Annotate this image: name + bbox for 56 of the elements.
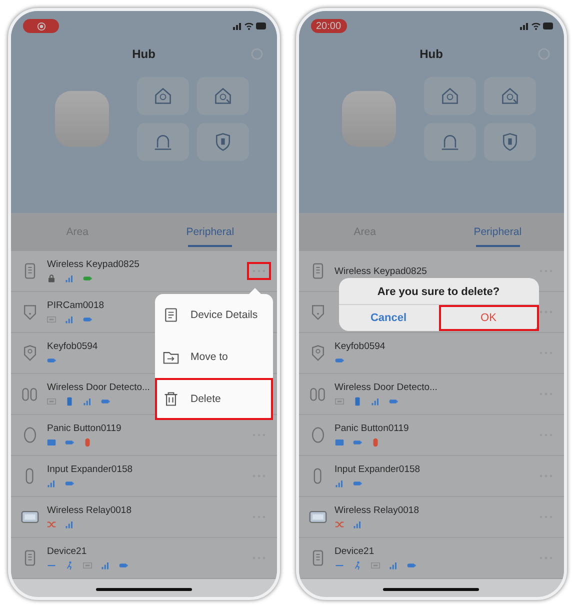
document-icon [162, 307, 178, 323]
trash-icon [162, 391, 178, 407]
device-name: Device21 [334, 546, 376, 557]
device-name: Keyfob0594 [47, 341, 99, 352]
time-badge: 20:00 [310, 19, 346, 33]
device-name: Panic Button0119 [47, 423, 122, 434]
mode-tile[interactable] [424, 123, 476, 161]
device-name: Wireless Relay0018 [334, 505, 420, 516]
record-icon [36, 22, 46, 30]
device-name: Device21 [47, 546, 88, 557]
device-name: Keyfob0594 [334, 341, 386, 352]
device-name: Input Expander0158 [334, 464, 422, 475]
tab[interactable]: Peripheral [431, 213, 564, 251]
menu-item[interactable]: Delete [154, 378, 272, 420]
mode-tile[interactable] [196, 77, 249, 115]
mode-tile[interactable] [484, 77, 536, 115]
mode-tile[interactable] [136, 77, 189, 115]
bell-icon [152, 132, 173, 152]
two-pill-icon [308, 385, 326, 403]
hub-device-drawing [342, 91, 396, 147]
mode-tile[interactable] [196, 123, 249, 161]
hub-device-drawing [54, 91, 109, 147]
more-button[interactable] [248, 264, 268, 278]
house-icon [212, 86, 233, 106]
device-name: Wireless Keypad0825 [334, 266, 428, 276]
house-icon [152, 86, 173, 106]
ok-button[interactable]: OK [438, 305, 538, 331]
dialog-title: Are you sure to delete? [338, 278, 538, 305]
bell-icon [440, 132, 460, 152]
device-name: Wireless Relay0018 [47, 505, 132, 516]
relay-icon [21, 508, 39, 526]
oval-icon [21, 426, 39, 444]
mode-tile[interactable] [484, 123, 536, 161]
device-name: Wireless Keypad0825 [47, 259, 140, 270]
status-icons [232, 21, 266, 31]
screen-title: Hub [132, 47, 156, 61]
house-icon [500, 86, 520, 106]
relay-icon [308, 508, 326, 526]
device-name: Panic Button0119 [334, 423, 410, 434]
device-name: Wireless Door Detecto... [47, 382, 151, 393]
two-pill-icon [21, 385, 39, 403]
folder-arrow-icon [162, 349, 178, 365]
shield-shaped-icon [21, 303, 39, 321]
screen-title: Hub [420, 47, 443, 61]
device-name: PIRCam0018 [47, 300, 106, 311]
shield-shaped-icon [21, 344, 39, 362]
house-icon [440, 86, 460, 106]
mode-tile[interactable] [136, 123, 189, 161]
mode-tile[interactable] [424, 77, 476, 115]
device-name: Wireless Door Detecto... [334, 382, 438, 393]
cancel-button[interactable]: Cancel [338, 305, 438, 331]
menu-item[interactable]: Move to [154, 336, 272, 378]
status-icons [520, 21, 554, 31]
tab[interactable]: Peripheral [144, 213, 276, 251]
menu-item[interactable]: Device Details [154, 294, 272, 336]
device-name: Input Expander0158 [47, 464, 134, 475]
